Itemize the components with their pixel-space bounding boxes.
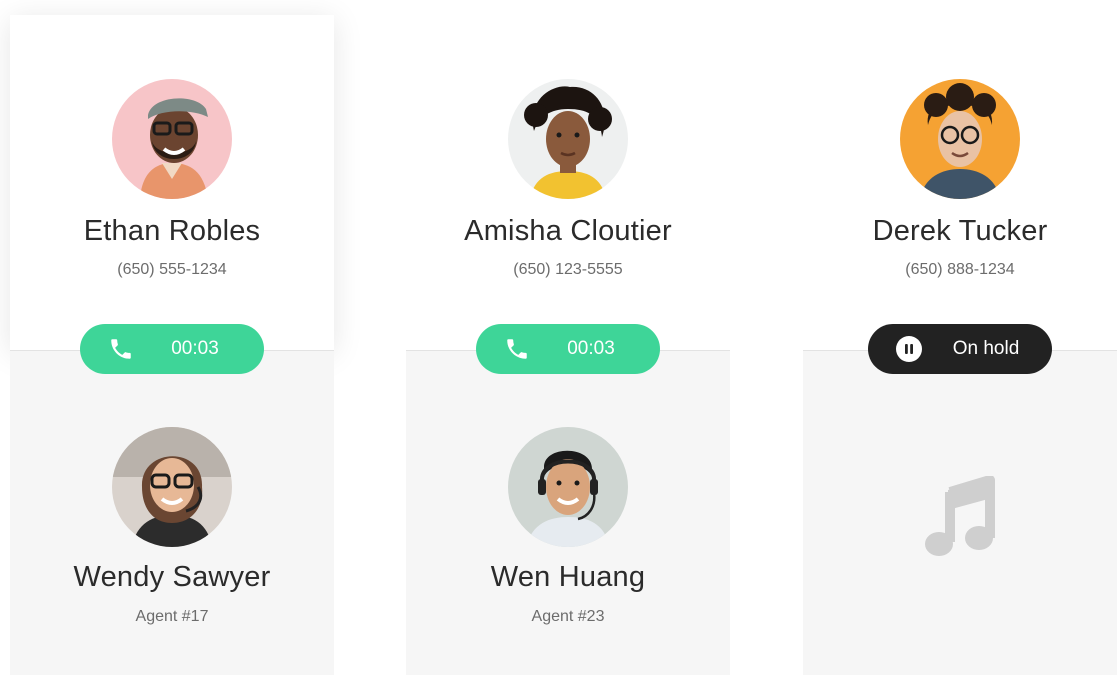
caller-avatar	[112, 79, 232, 199]
caller-avatar	[900, 79, 1020, 199]
caller-phone: (650) 888-1234	[905, 261, 1015, 278]
caller-phone: (650) 555-1234	[117, 261, 227, 278]
agent-section: Wen Huang Agent #23	[406, 350, 730, 675]
agent-name: Wendy Sawyer	[73, 561, 271, 593]
caller-photo-icon	[112, 79, 232, 199]
caller-phone: (650) 123-5555	[513, 261, 623, 278]
caller-avatar	[508, 79, 628, 199]
agent-id: Agent #17	[135, 608, 209, 625]
music-note-icon	[924, 476, 996, 558]
agent-photo-icon	[112, 427, 232, 547]
caller-name: Derek Tucker	[872, 215, 1048, 247]
agent-avatar	[112, 427, 232, 547]
caller-name: Ethan Robles	[83, 215, 261, 247]
call-card[interactable]: Ethan Robles (650) 555-1234 00:03 Wendy …	[10, 0, 334, 675]
phone-icon	[504, 336, 530, 362]
call-card[interactable]: Derek Tucker (650) 888-1234 On hold	[803, 0, 1117, 675]
agent-avatar	[508, 427, 628, 547]
caller-section: Derek Tucker (650) 888-1234	[803, 15, 1117, 350]
caller-section: Ethan Robles (650) 555-1234	[10, 15, 334, 350]
hold-status-label: On hold	[952, 338, 1020, 359]
call-timer: 00:03	[567, 338, 615, 359]
caller-name: Amisha Cloutier	[464, 215, 672, 247]
agent-id: Agent #23	[531, 608, 605, 625]
hold-music-section	[803, 350, 1117, 675]
caller-photo-icon	[508, 79, 628, 199]
caller-photo-icon	[900, 79, 1020, 199]
hold-status-badge[interactable]: On hold	[868, 324, 1052, 374]
call-timer-badge[interactable]: 00:03	[476, 324, 660, 374]
phone-icon	[108, 336, 134, 362]
pause-icon	[896, 336, 922, 362]
agent-photo-icon	[508, 427, 628, 547]
call-timer-badge[interactable]: 00:03	[80, 324, 264, 374]
agent-section: Wendy Sawyer Agent #17	[10, 350, 334, 675]
caller-section: Amisha Cloutier (650) 123-5555	[406, 15, 730, 350]
call-timer: 00:03	[171, 338, 219, 359]
call-dashboard: Ethan Robles (650) 555-1234 00:03 Wendy …	[0, 0, 1117, 675]
agent-name: Wen Huang	[490, 561, 646, 593]
call-card[interactable]: Amisha Cloutier (650) 123-5555 00:03 Wen…	[406, 0, 730, 675]
